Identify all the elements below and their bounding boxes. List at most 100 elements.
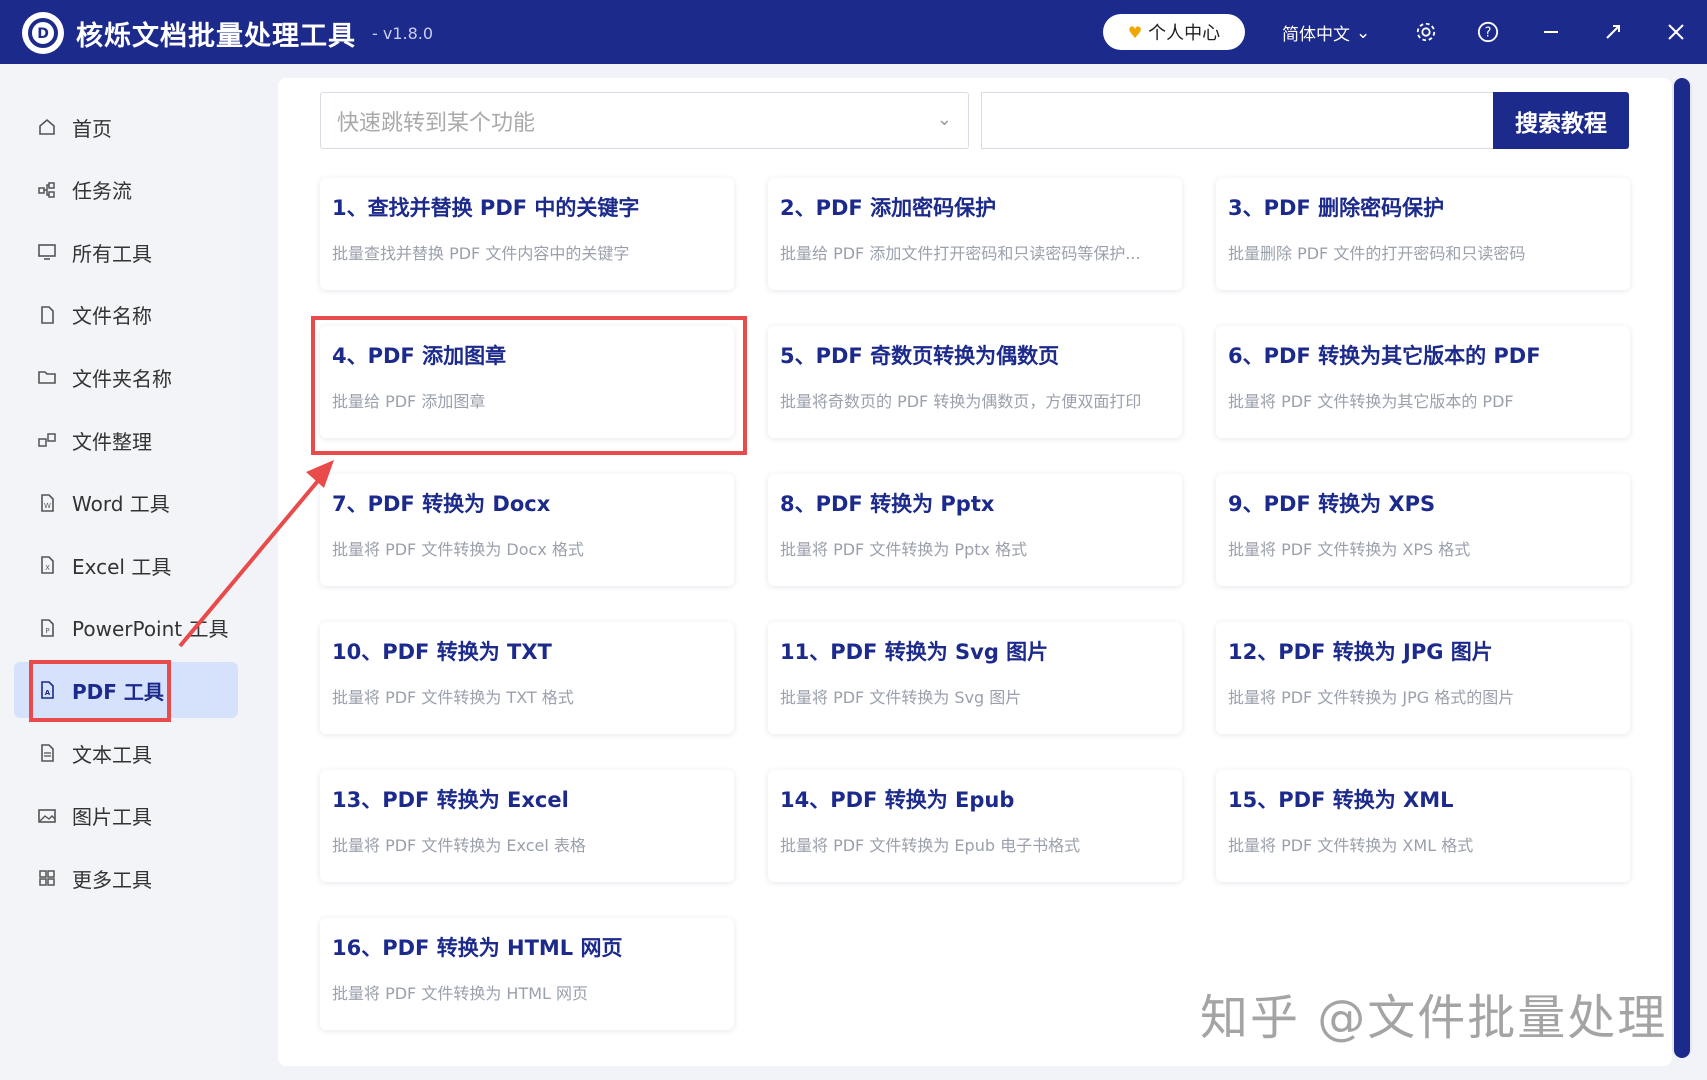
home-icon xyxy=(36,116,58,138)
tool-card[interactable]: 16、PDF 转换为 HTML 网页批量将 PDF 文件转换为 HTML 网页 xyxy=(320,918,734,1030)
sidebar-item[interactable]: 所有工具 xyxy=(14,224,238,280)
help-icon[interactable]: ? xyxy=(1472,16,1504,48)
sidebar-item[interactable]: P PowerPoint 工具 xyxy=(14,600,238,656)
tool-card-title: 2、PDF 添加密码保护 xyxy=(780,196,997,220)
sidebar-item[interactable]: 文件整理 xyxy=(14,412,238,468)
tool-card-title: 9、PDF 转换为 XPS xyxy=(1228,492,1436,516)
sidebar-item-label: PowerPoint 工具 xyxy=(72,617,229,642)
sidebar-item[interactable]: 文件名称 xyxy=(14,287,238,343)
tool-card-title: 12、PDF 转换为 JPG 图片 xyxy=(1228,640,1493,664)
tool-card-description: 批量给 PDF 添加文件打开密码和只读密码等保护... xyxy=(780,244,1141,263)
tool-card[interactable]: 8、PDF 转换为 Pptx 批量将 PDF 文件转换为 Pptx 格式 xyxy=(768,474,1182,586)
tool-card[interactable]: 5、PDF 奇数页转换为偶数页批量将奇数页的 PDF 转换为偶数页，方便双面打印 xyxy=(768,326,1182,438)
tool-card-description: 批量将 PDF 文件转换为 XML 格式 xyxy=(1228,836,1474,855)
sidebar-item[interactable]: W Word 工具 xyxy=(14,475,238,531)
excel-icon: X xyxy=(36,554,58,576)
sidebar-item-label: 文件夹名称 xyxy=(72,366,172,391)
word-icon: W xyxy=(36,492,58,514)
file-icon xyxy=(36,304,58,326)
monitor-icon xyxy=(36,241,58,263)
tool-card[interactable]: 12、PDF 转换为 JPG 图片批量将 PDF 文件转换为 JPG 格式的图片 xyxy=(1216,622,1630,734)
scrollbar-thumb[interactable] xyxy=(1674,78,1690,1058)
sidebar-item-label: 任务流 xyxy=(72,179,132,204)
tool-card[interactable]: 9、PDF 转换为 XPS 批量将 PDF 文件转换为 XPS 格式 xyxy=(1216,474,1630,586)
language-select[interactable]: 简体中文 ⌄ xyxy=(1282,20,1370,46)
svg-text:W: W xyxy=(44,502,51,510)
sidebar-item-label: Excel 工具 xyxy=(72,554,172,579)
organize-icon xyxy=(36,429,58,451)
tool-card[interactable]: 11、PDF 转换为 Svg 图片 批量将 PDF 文件转换为 Svg 图片 xyxy=(768,622,1182,734)
tool-card[interactable]: 13、PDF 转换为 Excel 批量将 PDF 文件转换为 Excel 表格 xyxy=(320,770,734,882)
tool-card-description: 批量将 PDF 文件转换为 JPG 格式的图片 xyxy=(1228,688,1515,707)
tool-card-title: 15、PDF 转换为 XML xyxy=(1228,788,1454,812)
function-jump-select[interactable]: 快速跳转到某个功能 ⌄ xyxy=(320,92,969,149)
workflow-icon xyxy=(36,179,58,201)
svg-text:X: X xyxy=(45,564,50,572)
tool-card-description: 批量将 PDF 文件转换为 Docx 格式 xyxy=(332,540,584,559)
sidebar-item-label: 图片工具 xyxy=(72,805,152,830)
tool-card-description: 批量将 PDF 文件转换为 XPS 格式 xyxy=(1228,540,1471,559)
svg-text:?: ? xyxy=(1485,26,1492,41)
tool-card-description: 批量将 PDF 文件转换为其它版本的 PDF xyxy=(1228,392,1514,411)
vip-gem-icon: ♥ xyxy=(1127,22,1143,42)
text-icon xyxy=(36,742,58,764)
sidebar-item-label: 文件名称 xyxy=(72,304,152,329)
image-icon xyxy=(36,805,58,827)
user-center-label: 个人中心 xyxy=(1148,23,1221,44)
svg-text:D: D xyxy=(37,26,49,42)
tool-card-title: 14、PDF 转换为 Epub xyxy=(780,788,1015,812)
ppt-icon: P xyxy=(36,617,58,639)
grid-icon xyxy=(36,867,58,889)
tool-card[interactable]: 14、PDF 转换为 Epub 批量将 PDF 文件转换为 Epub 电子书格式 xyxy=(768,770,1182,882)
tool-card[interactable]: 6、PDF 转换为其它版本的 PDF 批量将 PDF 文件转换为其它版本的 PDF xyxy=(1216,326,1630,438)
tool-card-title: 1、查找并替换 PDF 中的关键字 xyxy=(332,196,640,220)
highlight-box-sidebar xyxy=(29,660,171,722)
tool-card-title: 10、PDF 转换为 TXT xyxy=(332,640,552,664)
title-bar: D 核烁文档批量处理工具 - v1.8.0 ♥ 个人中心 简体中文 ⌄ ? xyxy=(0,0,1707,64)
tool-card-description: 批量将 PDF 文件转换为 Pptx 格式 xyxy=(780,540,1028,559)
tool-card-title: 3、PDF 删除密码保护 xyxy=(1228,196,1445,220)
app-version: - v1.8.0 xyxy=(372,24,434,43)
sidebar-item-label: Word 工具 xyxy=(72,492,170,517)
tool-card-title: 16、PDF 转换为 HTML 网页 xyxy=(332,936,623,960)
close-icon[interactable] xyxy=(1660,16,1692,48)
tool-card-description: 批量将 PDF 文件转换为 Epub 电子书格式 xyxy=(780,836,1081,855)
tool-card-description: 批量删除 PDF 文件的打开密码和只读密码 xyxy=(1228,244,1526,263)
sidebar-item[interactable]: 文本工具 xyxy=(14,725,238,781)
sidebar-item[interactable]: 文件夹名称 xyxy=(14,349,238,405)
tool-card-description: 批量将 PDF 文件转换为 Excel 表格 xyxy=(332,836,586,855)
sidebar-item[interactable]: 更多工具 xyxy=(14,850,238,906)
sidebar-item[interactable]: 任务流 xyxy=(14,162,238,218)
tool-card-description: 批量将奇数页的 PDF 转换为偶数页，方便双面打印 xyxy=(780,392,1142,411)
search-tutorial-button[interactable]: 搜索教程 xyxy=(1493,92,1629,149)
sidebar-item[interactable]: 图片工具 xyxy=(14,788,238,844)
chevron-down-icon: ⌄ xyxy=(936,109,952,130)
sidebar-item[interactable]: 首页 xyxy=(14,99,238,155)
sidebar-item-label: 所有工具 xyxy=(72,241,152,266)
tool-card[interactable]: 3、PDF 删除密码保护批量删除 PDF 文件的打开密码和只读密码 xyxy=(1216,178,1630,290)
tutorial-search-input[interactable] xyxy=(981,92,1493,149)
folder-icon xyxy=(36,366,58,388)
sidebar-item-label: 更多工具 xyxy=(72,867,152,892)
svg-text:P: P xyxy=(45,627,49,635)
language-label: 简体中文 xyxy=(1282,25,1350,45)
minimize-icon[interactable] xyxy=(1535,16,1567,48)
sidebar-item-label: 首页 xyxy=(72,116,112,141)
tool-card-title: 5、PDF 奇数页转换为偶数页 xyxy=(780,344,1060,368)
app-title: 核烁文档批量处理工具 xyxy=(76,21,356,52)
maximize-icon[interactable] xyxy=(1597,16,1629,48)
tool-card[interactable]: 7、PDF 转换为 Docx 批量将 PDF 文件转换为 Docx 格式 xyxy=(320,474,734,586)
highlight-box-card xyxy=(311,316,747,455)
user-center-button[interactable]: ♥ 个人中心 xyxy=(1103,14,1245,50)
tool-card-description: 批量将 PDF 文件转换为 HTML 网页 xyxy=(332,984,589,1003)
settings-gear-icon[interactable] xyxy=(1410,16,1442,48)
tool-card[interactable]: 2、PDF 添加密码保护批量给 PDF 添加文件打开密码和只读密码等保护... xyxy=(768,178,1182,290)
tool-card[interactable]: 15、PDF 转换为 XML 批量将 PDF 文件转换为 XML 格式 xyxy=(1216,770,1630,882)
sidebar-item[interactable]: X Excel 工具 xyxy=(14,537,238,593)
function-jump-placeholder: 快速跳转到某个功能 xyxy=(337,110,536,136)
app-logo-icon: D xyxy=(22,12,64,54)
tool-card-description: 批量将 PDF 文件转换为 Svg 图片 xyxy=(780,688,1022,707)
tool-card[interactable]: 1、查找并替换 PDF 中的关键字 批量查找并替换 PDF 文件内容中的关键字 xyxy=(320,178,734,290)
watermark: 知乎 @文件批量处理 xyxy=(1200,990,1668,1046)
tool-card[interactable]: 10、PDF 转换为 TXT 批量将 PDF 文件转换为 TXT 格式 xyxy=(320,622,734,734)
